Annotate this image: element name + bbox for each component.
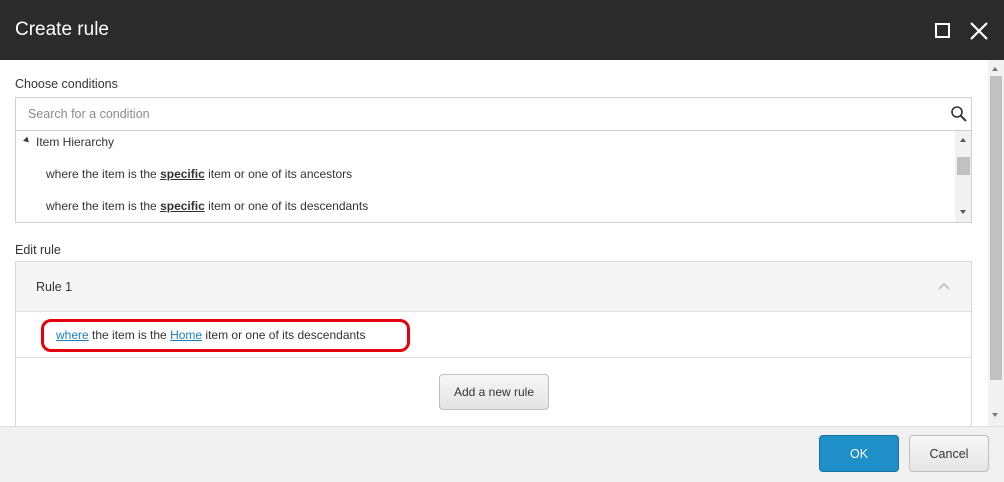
- rule-item-link[interactable]: Home: [170, 328, 202, 342]
- condition-item[interactable]: where the item is the specific item or o…: [46, 167, 352, 181]
- search-icon[interactable]: [950, 105, 968, 123]
- chevron-up-icon[interactable]: [938, 282, 950, 290]
- rule-panel: Rule 1 where the item is the Home item o…: [15, 261, 972, 426]
- add-new-rule-button[interactable]: Add a new rule: [439, 374, 549, 410]
- scroll-down-arrow-icon[interactable]: [960, 210, 966, 214]
- rule-condition-text: where the item is the Home item or one o…: [56, 328, 366, 342]
- condition-text: where the item is the: [46, 199, 161, 213]
- scrollbar-thumb[interactable]: [957, 157, 970, 175]
- rule-body: where the item is the Home item or one o…: [16, 313, 971, 358]
- rule-text-segment: item or one of its descendants: [202, 328, 366, 342]
- ok-button[interactable]: OK: [819, 435, 899, 472]
- condition-group-label: Item Hierarchy: [36, 135, 115, 149]
- rule-text-segment: the item is the: [88, 328, 171, 342]
- condition-item[interactable]: where the item is the specific item or o…: [46, 199, 368, 213]
- dialog-title: Create rule: [15, 19, 109, 40]
- dialog-titlebar: Create rule: [0, 0, 1004, 60]
- edit-rule-label: Edit rule: [15, 243, 61, 257]
- condition-group-item-hierarchy[interactable]: Item Hierarchy: [23, 135, 115, 149]
- scrollbar-thumb[interactable]: [990, 76, 1002, 380]
- condition-list: Item Hierarchy where the item is the spe…: [15, 131, 972, 223]
- rule-header[interactable]: Rule 1: [16, 262, 971, 312]
- scroll-up-arrow-icon[interactable]: [960, 138, 966, 142]
- cancel-button[interactable]: Cancel: [909, 435, 989, 472]
- condition-param-link: specific: [160, 167, 205, 181]
- condition-search-input[interactable]: [16, 98, 936, 130]
- condition-search-box: [15, 97, 972, 131]
- scroll-up-arrow-icon[interactable]: [992, 67, 998, 71]
- close-icon[interactable]: [968, 20, 990, 42]
- rule-where-link[interactable]: where: [56, 328, 89, 342]
- triangle-expanded-icon[interactable]: [23, 136, 31, 145]
- rule-title: Rule 1: [36, 280, 73, 294]
- condition-text: where the item is the: [46, 167, 161, 181]
- condition-param-link: specific: [160, 199, 205, 213]
- maximize-icon[interactable]: [935, 23, 950, 38]
- dialog-content: Choose conditions Item Hierarchy where t…: [0, 60, 988, 426]
- dialog-scrollbar[interactable]: [988, 60, 1004, 426]
- scroll-down-arrow-icon[interactable]: [992, 413, 998, 417]
- choose-conditions-label: Choose conditions: [15, 77, 118, 91]
- dialog-footer: OK Cancel: [0, 426, 1004, 482]
- condition-text: item or one of its ancestors: [204, 167, 353, 181]
- condition-list-scrollbar[interactable]: [955, 131, 971, 222]
- condition-text: item or one of its descendants: [204, 199, 369, 213]
